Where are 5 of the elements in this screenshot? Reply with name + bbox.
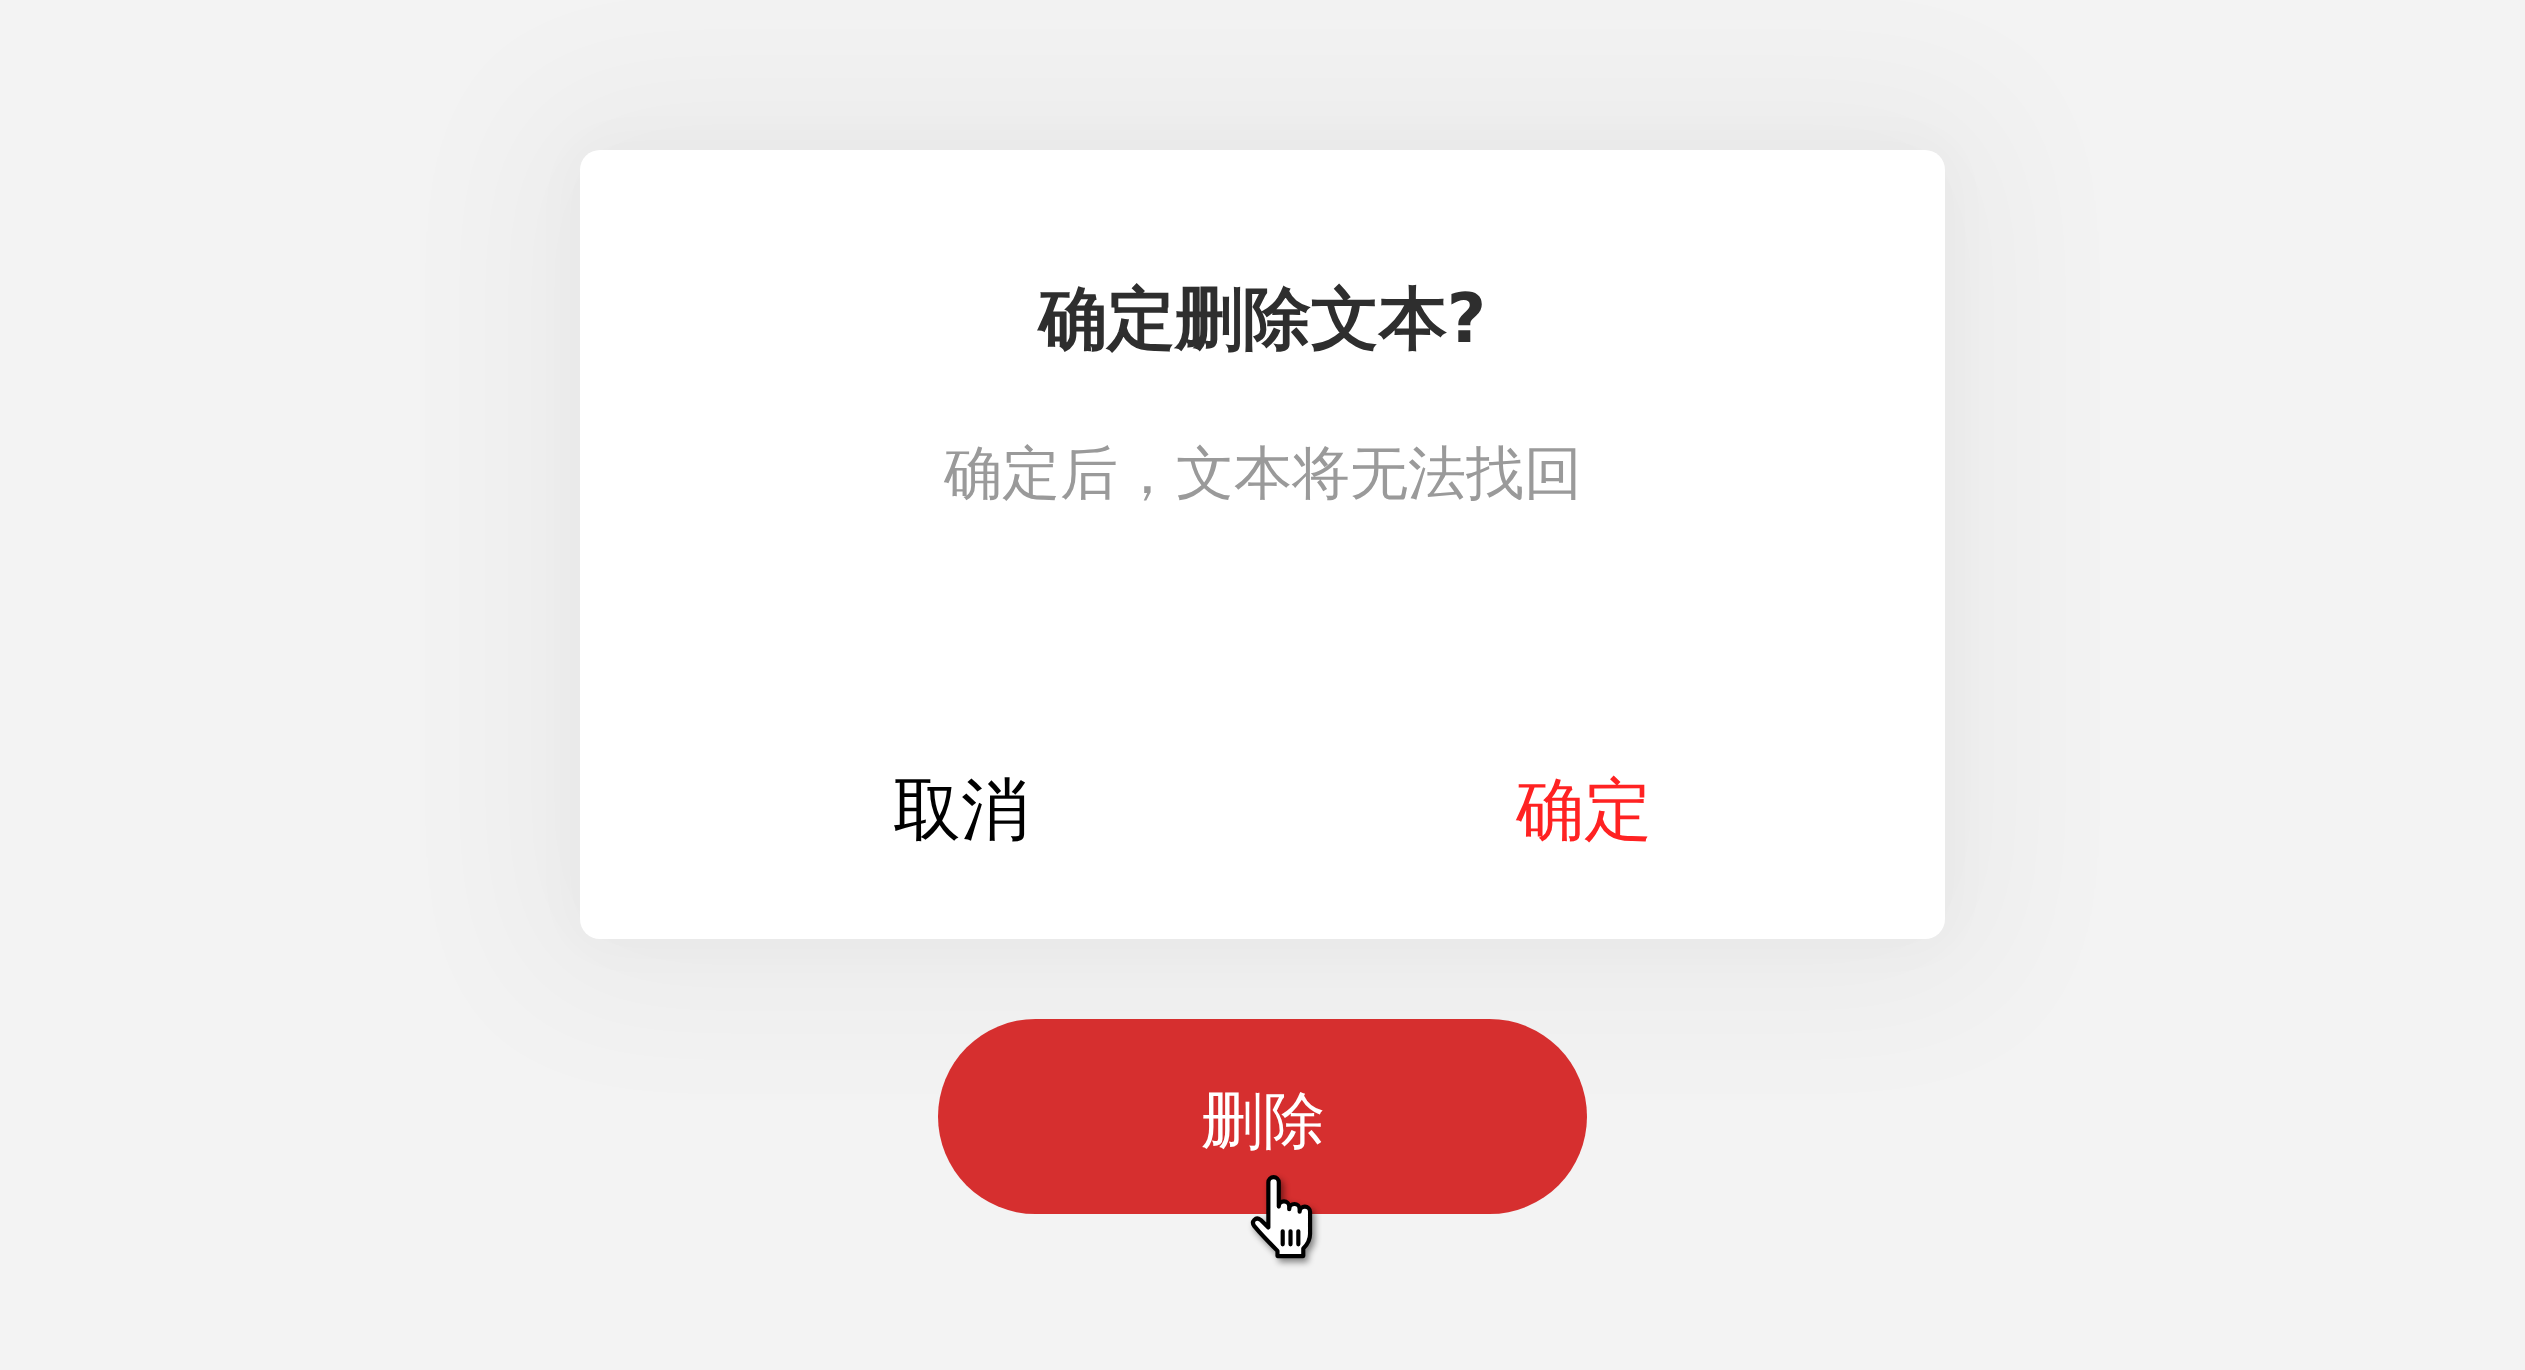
confirm-button[interactable]: 确定	[1505, 739, 1662, 881]
dialog-title: 确定删除文本?	[1038, 278, 1487, 360]
dialog-message: 确定后，文本将无法找回	[943, 438, 1582, 508]
cancel-button[interactable]: 取消	[883, 739, 1040, 881]
delete-button[interactable]: 删除	[938, 1019, 1587, 1214]
